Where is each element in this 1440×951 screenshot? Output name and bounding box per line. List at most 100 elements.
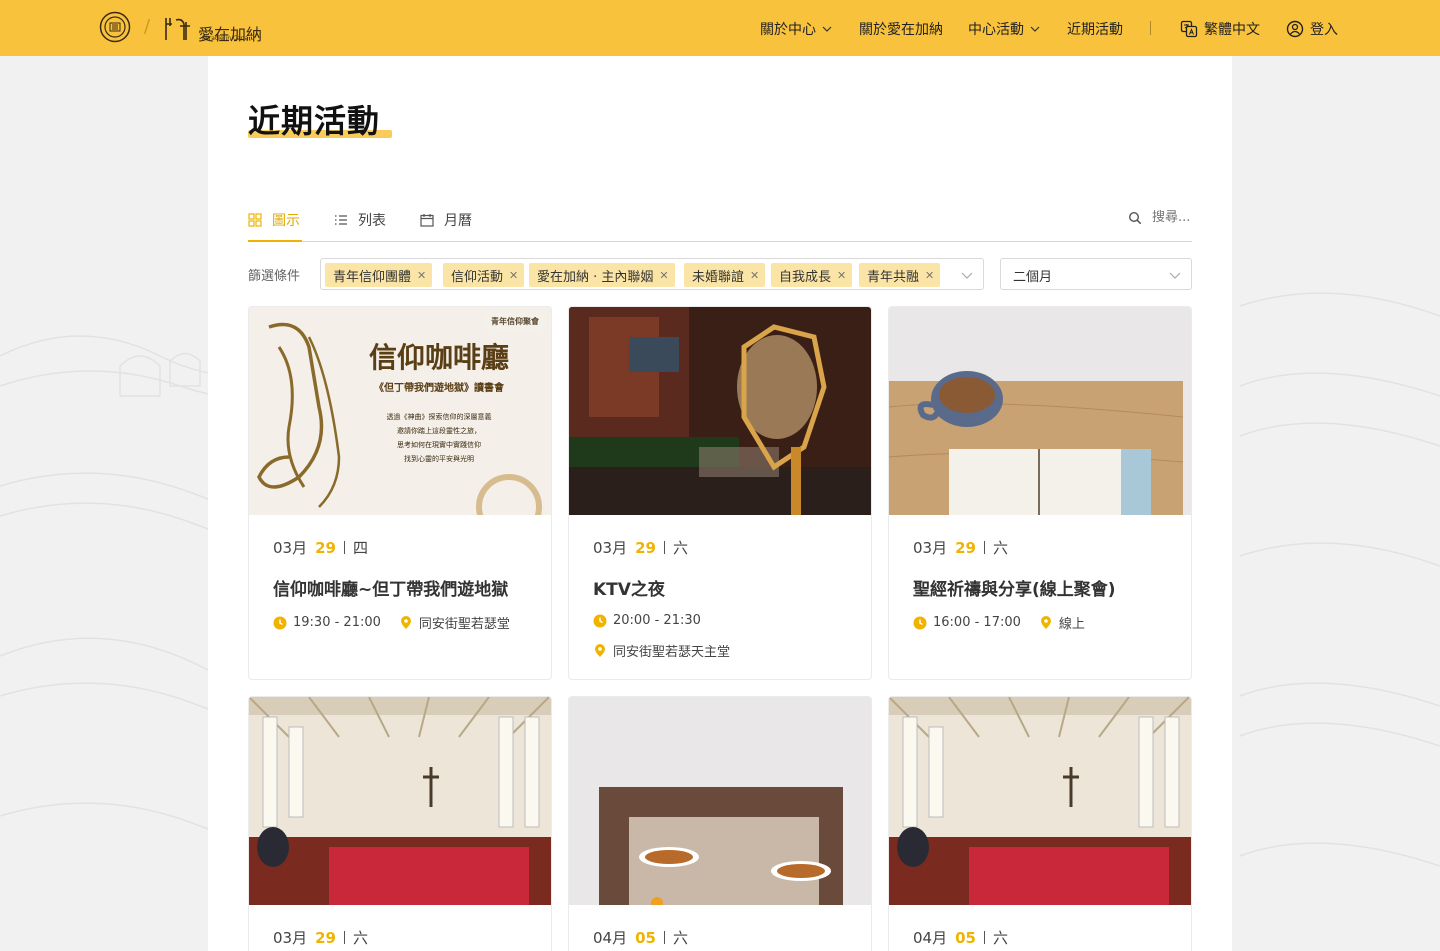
filter-chip-label: 青年信仰團體 bbox=[333, 269, 412, 285]
poster-subtitle: 《但丁帶我們遊地獄》讀書會 bbox=[374, 381, 505, 394]
event-category-badge: 青年信仰聚會 bbox=[483, 313, 547, 330]
category-filter-select[interactable]: 青年信仰團體 ✕ 信仰活動 ✕ 愛在加納 · 主內聯姻 ✕ 未婚聯誼 ✕ 自我成… bbox=[320, 258, 984, 290]
event-month: 03月 bbox=[593, 539, 628, 557]
event-card[interactable]: 03月 29 六 bbox=[248, 696, 552, 951]
search-icon bbox=[1128, 211, 1142, 224]
event-image-microphone[interactable] bbox=[569, 307, 871, 515]
date-range-select[interactable]: 二個月 bbox=[1000, 258, 1192, 290]
search-input[interactable] bbox=[1152, 210, 1192, 225]
date-divider bbox=[983, 541, 985, 554]
remove-chip-icon[interactable]: ✕ bbox=[750, 269, 759, 282]
remove-chip-icon[interactable]: ✕ bbox=[925, 269, 934, 282]
event-date: 04月 05 六 bbox=[913, 927, 1008, 948]
chevron-down-icon bbox=[961, 272, 973, 279]
event-weekday: 六 bbox=[672, 539, 688, 557]
event-card[interactable]: 03月 29 六 KTV之夜 20:00 - 21:30 同安街聖若瑟天主堂 bbox=[568, 306, 872, 680]
event-location: 同安街聖若瑟堂 bbox=[418, 617, 510, 632]
calendar-icon bbox=[420, 214, 434, 227]
location-pin-icon bbox=[1040, 615, 1051, 629]
event-day: 29 bbox=[635, 538, 656, 557]
remove-chip-icon[interactable]: ✕ bbox=[509, 269, 518, 282]
filter-chip-label: 自我成長 bbox=[779, 269, 832, 285]
event-title[interactable]: 信仰咖啡廳~但丁帶我們遊地獄 bbox=[273, 575, 508, 600]
event-title[interactable]: 聖經祈禱與分享(線上聚會) bbox=[913, 575, 1116, 600]
filter-label: 篩選條件 bbox=[248, 269, 301, 284]
event-weekday: 六 bbox=[992, 929, 1008, 947]
tab-grid[interactable]: 圖示 bbox=[248, 210, 300, 230]
chevron-down-icon bbox=[1030, 26, 1040, 32]
poster-line: 透過《神曲》探索信仰的深層意義 bbox=[387, 412, 492, 421]
event-day: 05 bbox=[955, 928, 976, 947]
poster-line: 邀請你踏上這段靈性之旅， bbox=[397, 426, 481, 435]
remove-chip-icon[interactable]: ✕ bbox=[837, 269, 846, 282]
content-panel: 近期活動 圖示 列表 月曆 搜尋... 篩選條件 青年信仰團體 ✕ 信仰活動 ✕… bbox=[208, 56, 1232, 951]
center-seal-logo[interactable] bbox=[99, 11, 131, 43]
date-divider bbox=[663, 931, 665, 944]
nav-divider bbox=[1150, 21, 1151, 35]
clock-icon bbox=[913, 616, 927, 629]
filter-chip-label: 愛在加納 · 主內聯姻 bbox=[537, 269, 654, 285]
event-day: 29 bbox=[315, 538, 336, 557]
filter-chip: 自我成長 ✕ bbox=[771, 263, 853, 287]
filter-chip-label: 信仰活動 bbox=[451, 269, 504, 285]
event-time: 19:30 - 21:00 bbox=[293, 615, 381, 630]
nav-about-cana[interactable]: 關於愛在加納 bbox=[859, 19, 943, 39]
search-box[interactable] bbox=[1128, 210, 1192, 225]
nav-about-cana-label: 關於愛在加納 bbox=[859, 22, 943, 38]
nav-center-activities[interactable]: 中心活動 bbox=[968, 19, 1040, 39]
language-switcher[interactable]: 繁體中文 bbox=[1180, 19, 1260, 39]
event-time-row: 20:00 - 21:30 bbox=[593, 613, 701, 628]
poster-line: 思考如何在現實中實踐信仰 bbox=[397, 440, 481, 449]
event-image-bible[interactable] bbox=[889, 307, 1191, 515]
view-tabs: 圖示 列表 月曆 bbox=[248, 206, 1192, 242]
event-card[interactable]: 04月 05 六 bbox=[568, 696, 872, 951]
remove-chip-icon[interactable]: ✕ bbox=[659, 269, 668, 282]
filter-chip: 未婚聯誼 ✕ bbox=[684, 263, 766, 287]
user-circle-icon bbox=[1286, 20, 1304, 38]
chevron-down-icon bbox=[822, 26, 832, 32]
event-card[interactable]: 04月 05 六 bbox=[888, 696, 1192, 951]
translate-icon bbox=[1180, 20, 1198, 38]
filter-chip-label: 未婚聯誼 bbox=[692, 269, 745, 285]
filter-chip: 青年共融 ✕ bbox=[859, 263, 941, 287]
event-weekday: 六 bbox=[352, 929, 368, 947]
event-weekday: 四 bbox=[352, 539, 368, 557]
event-card[interactable]: 信仰咖啡廳 《但丁帶我們遊地獄》讀書會 透過《神曲》探索信仰的深層意義 邀請你踏… bbox=[248, 306, 552, 680]
event-month: 03月 bbox=[273, 539, 308, 557]
logo-divider: / bbox=[144, 16, 151, 37]
brand-subtitle: Miracle in Cana bbox=[202, 35, 249, 42]
tab-grid-label: 圖示 bbox=[272, 213, 300, 229]
tab-list[interactable]: 列表 bbox=[334, 210, 386, 230]
location-pin-icon bbox=[595, 643, 605, 657]
event-image-poster[interactable]: 信仰咖啡廳 《但丁帶我們遊地獄》讀書會 透過《神曲》探索信仰的深層意義 邀請你踏… bbox=[249, 307, 551, 515]
event-day: 29 bbox=[955, 538, 976, 557]
nav-recent-activities[interactable]: 近期活動 bbox=[1067, 19, 1123, 39]
login-button[interactable]: 登入 bbox=[1286, 19, 1338, 39]
event-card[interactable]: 03月 29 六 聖經祈禱與分享(線上聚會) 16:00 - 17:00 線上 bbox=[888, 306, 1192, 680]
event-date: 03月 29 六 bbox=[913, 537, 1008, 558]
event-image-tea[interactable] bbox=[569, 697, 871, 905]
remove-chip-icon[interactable]: ✕ bbox=[417, 269, 426, 282]
active-tab-indicator bbox=[248, 240, 302, 242]
filter-chip: 青年信仰團體 ✕ bbox=[325, 263, 433, 287]
nav-about-center[interactable]: 關於中心 bbox=[760, 19, 832, 39]
language-label: 繁體中文 bbox=[1204, 22, 1260, 38]
filter-chip: 愛在加納 · 主內聯姻 ✕ bbox=[529, 263, 675, 287]
date-divider bbox=[343, 541, 345, 554]
event-month: 04月 bbox=[593, 929, 628, 947]
brand-logo[interactable]: 愛在加納 Miracle in Cana bbox=[162, 12, 262, 44]
clock-icon bbox=[593, 614, 607, 627]
tab-calendar[interactable]: 月曆 bbox=[420, 210, 472, 230]
date-divider bbox=[343, 931, 345, 944]
top-navigation-bar: / 愛在加納 Miracle in Cana 關於中心 關於愛在加納 中心活動 … bbox=[0, 0, 1440, 56]
event-date: 03月 29 四 bbox=[273, 537, 368, 558]
poster-line: 找到心靈的平安與光明 bbox=[404, 454, 474, 463]
event-image-church[interactable] bbox=[889, 697, 1191, 905]
event-title[interactable]: KTV之夜 bbox=[593, 575, 665, 600]
event-image-church[interactable] bbox=[249, 697, 551, 905]
brand-figure-icon bbox=[165, 18, 190, 40]
clock-icon bbox=[273, 616, 287, 629]
event-month: 03月 bbox=[913, 539, 948, 557]
poster-title: 信仰咖啡廳 bbox=[369, 341, 509, 374]
event-meta: 19:30 - 21:00 同安街聖若瑟堂 bbox=[273, 613, 510, 632]
